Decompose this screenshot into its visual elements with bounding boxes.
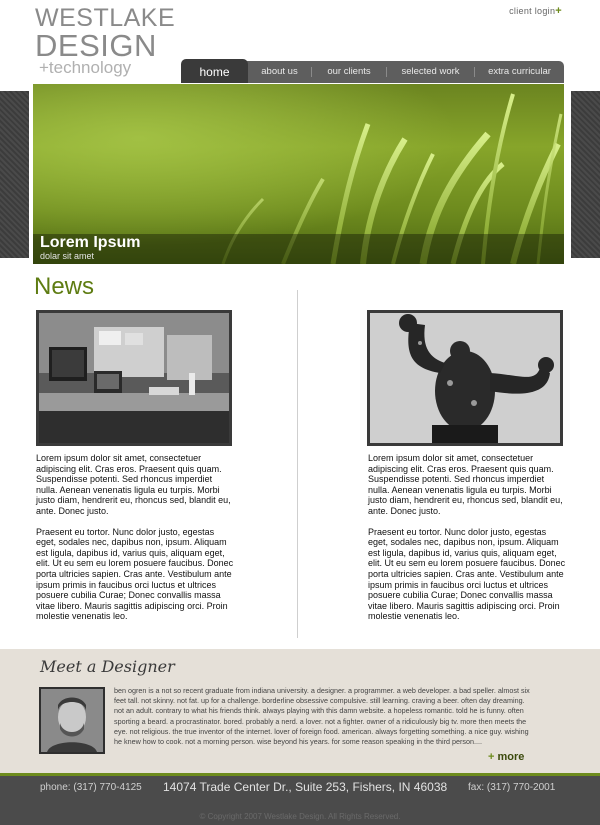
news-article-2-paragraph-1: Lorem ipsum dolor sit amet, consectetuer… bbox=[368, 453, 563, 516]
designer-portrait-image bbox=[41, 689, 103, 752]
hero-side-band-right bbox=[571, 91, 600, 258]
more-label: more bbox=[497, 751, 525, 763]
nav-item-our-clients[interactable]: our clients bbox=[312, 61, 386, 83]
nav-item-selected-work[interactable]: selected work bbox=[387, 61, 474, 83]
hero-subtitle: dolar sit amet bbox=[40, 251, 95, 261]
news-heading: News bbox=[34, 273, 95, 300]
news-photo-statue[interactable] bbox=[367, 310, 563, 446]
client-login-label: client login bbox=[509, 6, 556, 16]
footer-address: 14074 Trade Center Dr., Suite 253, Fishe… bbox=[163, 780, 448, 794]
news-column-divider bbox=[297, 290, 298, 638]
office-desk-image bbox=[39, 313, 229, 443]
footer-fax: fax: (317) 770-2001 bbox=[468, 782, 556, 793]
muscle-statue-image bbox=[370, 313, 560, 443]
designer-bio: ben ogren is a not so recent graduate fr… bbox=[114, 686, 530, 747]
nav-item-extra-curricular[interactable]: extra curricular bbox=[475, 61, 564, 83]
news-article-1-paragraph-2: Praesent eu tortor. Nunc dolor justo, eg… bbox=[36, 526, 234, 622]
hero-banner: Lorem Ipsum dolar sit amet bbox=[33, 84, 564, 264]
news-article-1-text: Lorem ipsum dolor sit amet, consectetuer… bbox=[36, 453, 236, 632]
nav-item-about-us[interactable]: about us bbox=[248, 61, 311, 83]
nav-item-home[interactable]: home bbox=[181, 59, 248, 83]
hero-side-band-left bbox=[0, 91, 29, 258]
logo-line-design: DESIGN bbox=[35, 28, 157, 63]
designer-avatar bbox=[39, 687, 105, 754]
hero-title: Lorem Ipsum bbox=[40, 234, 141, 251]
news-article-1-paragraph-1: Lorem ipsum dolor sit amet, consectetuer… bbox=[36, 453, 231, 516]
main-nav: home about us our clients selected work … bbox=[181, 59, 564, 83]
brand-logo[interactable]: WESTLAKE DESIGN +technology bbox=[35, 6, 175, 77]
news-photo-office[interactable] bbox=[36, 310, 232, 446]
footer-phone: phone: (317) 770-4125 bbox=[40, 782, 142, 793]
news-article-2-text: Lorem ipsum dolor sit amet, consectetuer… bbox=[368, 453, 568, 632]
meet-a-designer-heading: Meet a Designer bbox=[40, 657, 175, 676]
footer-copyright: © Copyright 2007 Westlake Design. All Ri… bbox=[199, 812, 401, 821]
plus-icon: + bbox=[488, 751, 495, 763]
news-article-2-paragraph-2: Praesent eu tortor. Nunc dolor justo, eg… bbox=[368, 526, 566, 622]
client-login-link[interactable]: client login+ bbox=[509, 5, 562, 17]
more-link[interactable]: + more bbox=[488, 751, 524, 763]
plus-icon: + bbox=[555, 5, 562, 17]
